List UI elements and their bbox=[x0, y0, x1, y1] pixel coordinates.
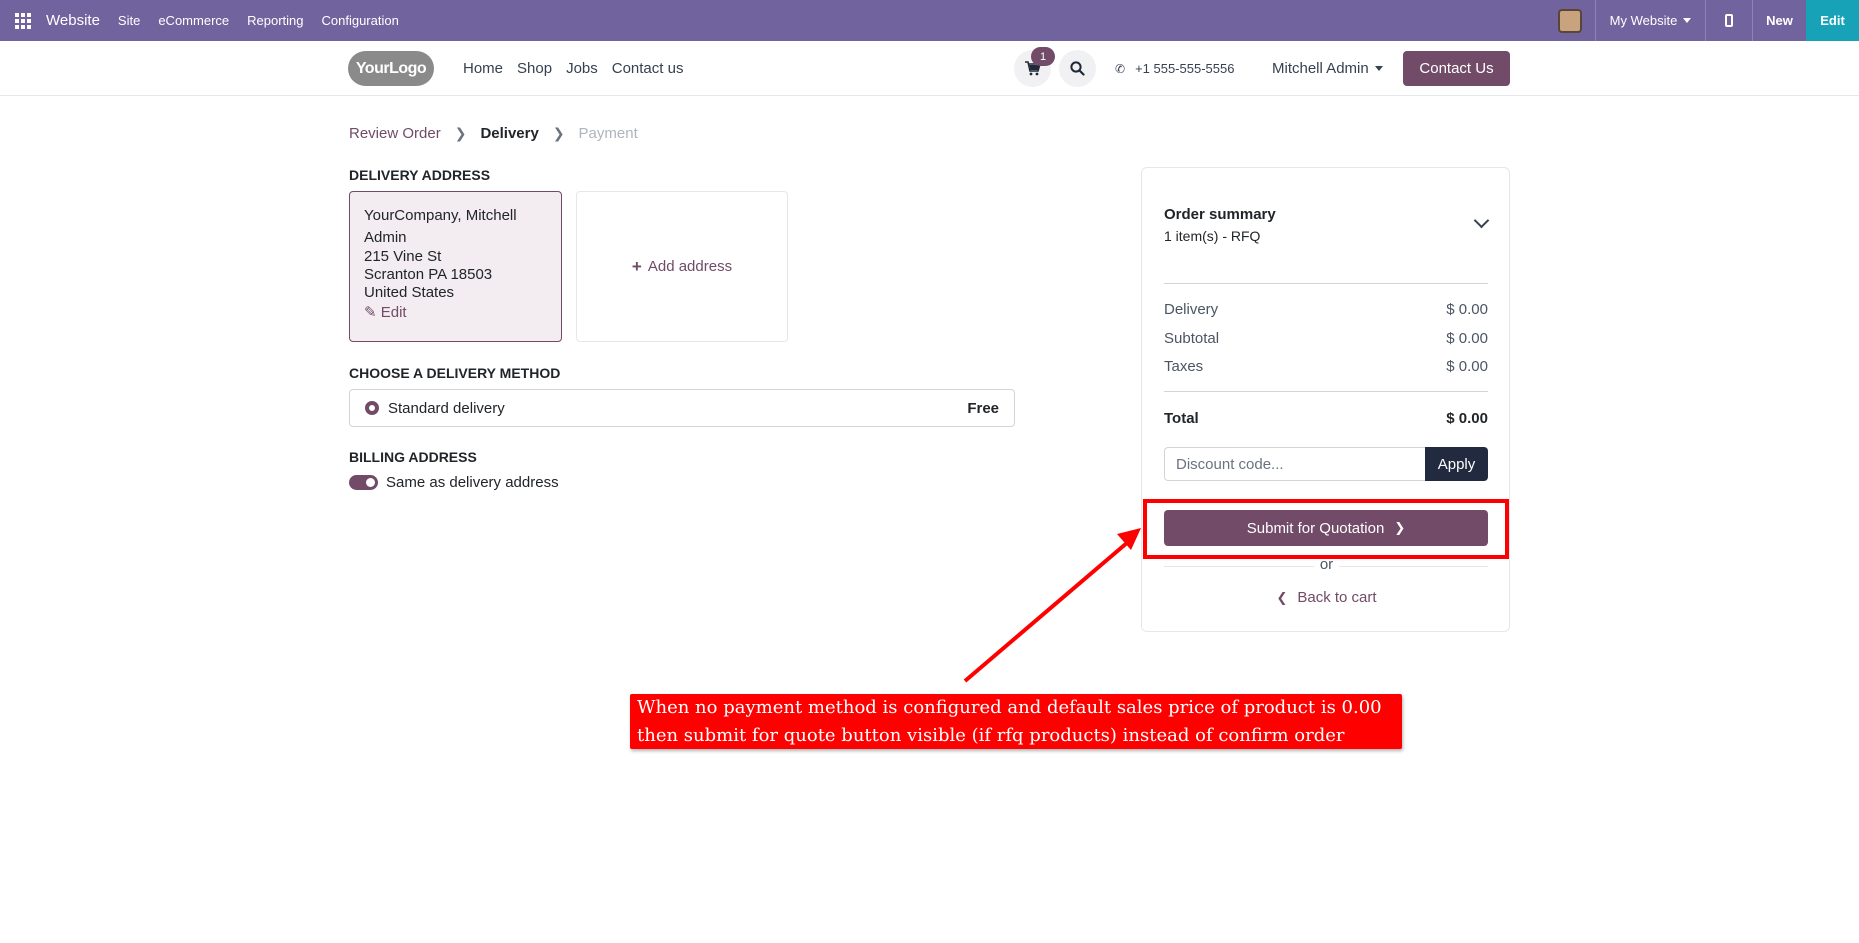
annotation-arrow bbox=[963, 528, 1141, 683]
address-street: 215 Vine St bbox=[364, 248, 442, 265]
same-as-delivery-label: Same as delivery address bbox=[386, 474, 559, 491]
order-summary-title: Order summary bbox=[1164, 206, 1276, 223]
step-payment: Payment bbox=[578, 125, 638, 142]
step-delivery: Delivery bbox=[480, 125, 539, 142]
address-name-line1: YourCompany, Mitchell bbox=[364, 207, 517, 224]
admin-menu-ecommerce[interactable]: eCommerce bbox=[158, 13, 229, 28]
edit-button[interactable]: Edit bbox=[1806, 0, 1859, 41]
edit-address-label: Edit bbox=[380, 304, 407, 321]
plus-icon: + bbox=[631, 256, 642, 276]
summary-row-value: $ 0.00 bbox=[1446, 330, 1488, 347]
phone-icon: ✆ bbox=[1115, 61, 1126, 76]
nav-home[interactable]: Home bbox=[463, 60, 503, 77]
admin-navbar: Website Site eCommerce Reporting Configu… bbox=[0, 0, 1859, 41]
order-summary-items: 1 item(s) - RFQ bbox=[1164, 228, 1261, 244]
caret-down-icon bbox=[1683, 18, 1692, 23]
apply-discount-button[interactable]: Apply bbox=[1425, 447, 1488, 481]
admin-right-tools: My Website New Edit bbox=[1544, 0, 1859, 41]
discount-form: Apply bbox=[1164, 447, 1488, 481]
mobile-preview-button[interactable] bbox=[1706, 0, 1753, 41]
admin-menu-site[interactable]: Site bbox=[118, 13, 140, 28]
new-button[interactable]: New bbox=[1753, 0, 1806, 41]
website-selector-label: My Website bbox=[1609, 13, 1678, 28]
website-selector[interactable]: My Website bbox=[1596, 0, 1706, 41]
summary-row-label: Delivery bbox=[1164, 301, 1219, 318]
site-logo[interactable]: YourLogo bbox=[348, 51, 434, 86]
summary-row-label: Subtotal bbox=[1164, 330, 1220, 347]
delivery-method-option[interactable]: Standard delivery Free bbox=[349, 389, 1015, 427]
delivery-radio[interactable] bbox=[365, 401, 379, 415]
cart-count-badge: 1 bbox=[1031, 47, 1055, 66]
user-menu[interactable]: Mitchell Admin bbox=[1272, 41, 1383, 96]
divider bbox=[1164, 283, 1488, 284]
toggle-switch[interactable] bbox=[349, 475, 378, 490]
apps-menu-icon[interactable] bbox=[0, 0, 46, 41]
discount-code-input[interactable] bbox=[1164, 447, 1425, 481]
billing-address-title: BILLING ADDRESS bbox=[349, 449, 477, 465]
selected-address-card[interactable]: YourCompany, Mitchell Admin 215 Vine St … bbox=[349, 191, 562, 342]
address-city: Scranton PA 18503 bbox=[364, 266, 493, 283]
same-as-delivery-toggle[interactable]: Same as delivery address bbox=[349, 474, 559, 491]
total-label: Total bbox=[1164, 410, 1199, 427]
nav-jobs[interactable]: Jobs bbox=[566, 60, 598, 77]
back-to-cart-link[interactable]: ❮ Back to cart bbox=[1142, 589, 1511, 606]
back-to-cart-label: Back to cart bbox=[1297, 589, 1377, 606]
total-value: $ 0.00 bbox=[1446, 410, 1488, 427]
summary-total-row: Total $ 0.00 bbox=[1164, 410, 1488, 427]
user-name: Mitchell Admin bbox=[1272, 60, 1369, 77]
nav-shop[interactable]: Shop bbox=[517, 60, 552, 77]
annotation-line2: then submit for quote button visible (if… bbox=[637, 725, 1345, 746]
chevron-right-icon: ❯ bbox=[454, 125, 467, 141]
add-address-label: Add address bbox=[647, 258, 733, 275]
address-name-line2: Admin bbox=[364, 229, 407, 246]
caret-down-icon bbox=[1374, 66, 1383, 71]
delivery-method-label: Standard delivery bbox=[388, 399, 505, 417]
site-header: YourLogo Home Shop Jobs Contact us 1 ✆ +… bbox=[0, 41, 1859, 96]
admin-menu-reporting[interactable]: Reporting bbox=[247, 13, 303, 28]
annotation-line1: When no payment method is configured and… bbox=[637, 697, 1382, 718]
search-icon bbox=[1070, 61, 1085, 76]
delivery-method-price: Free bbox=[967, 399, 999, 417]
summary-row-subtotal: Subtotal $ 0.00 bbox=[1164, 330, 1488, 347]
add-address-button[interactable]: + Add address bbox=[576, 191, 788, 342]
admin-menu-configuration[interactable]: Configuration bbox=[322, 13, 399, 28]
chevron-right-icon: ❯ bbox=[552, 125, 565, 141]
delivery-method-title: CHOOSE A DELIVERY METHOD bbox=[349, 365, 561, 381]
annotation-highlight-box bbox=[1143, 499, 1509, 559]
summary-row-delivery: Delivery $ 0.00 bbox=[1164, 301, 1488, 318]
user-avatar[interactable] bbox=[1544, 0, 1596, 41]
edit-address-link[interactable]: ✎ Edit bbox=[364, 304, 407, 322]
pencil-icon: ✎ bbox=[364, 304, 377, 321]
main-nav: Home Shop Jobs Contact us bbox=[463, 41, 697, 96]
nav-contact-us[interactable]: Contact us bbox=[612, 60, 684, 77]
delivery-address-title: DELIVERY ADDRESS bbox=[349, 167, 491, 183]
admin-app-name[interactable]: Website bbox=[46, 12, 100, 29]
checkout-steps: Review Order ❯ Delivery ❯ Payment bbox=[349, 125, 638, 142]
chevron-down-icon[interactable] bbox=[1473, 212, 1490, 229]
step-review-order[interactable]: Review Order bbox=[349, 125, 441, 142]
avatar-icon bbox=[1557, 8, 1582, 33]
chevron-left-icon: ❮ bbox=[1276, 590, 1288, 605]
mobile-icon bbox=[1725, 14, 1733, 27]
phone-number: +1 555-555-5556 bbox=[1135, 61, 1235, 76]
order-summary-card: Order summary 1 item(s) - RFQ Delivery $… bbox=[1141, 167, 1510, 632]
annotation-note: When no payment method is configured and… bbox=[630, 694, 1402, 749]
address-country: United States bbox=[364, 284, 455, 301]
divider bbox=[1164, 391, 1488, 392]
contact-us-button[interactable]: Contact Us bbox=[1403, 51, 1510, 86]
search-button[interactable] bbox=[1059, 50, 1096, 87]
summary-row-value: $ 0.00 bbox=[1446, 301, 1488, 318]
summary-row-label: Taxes bbox=[1164, 358, 1204, 375]
summary-row-value: $ 0.00 bbox=[1446, 358, 1488, 375]
summary-row-taxes: Taxes $ 0.00 bbox=[1164, 358, 1488, 375]
phone-contact[interactable]: ✆ +1 555-555-5556 bbox=[1115, 41, 1234, 96]
